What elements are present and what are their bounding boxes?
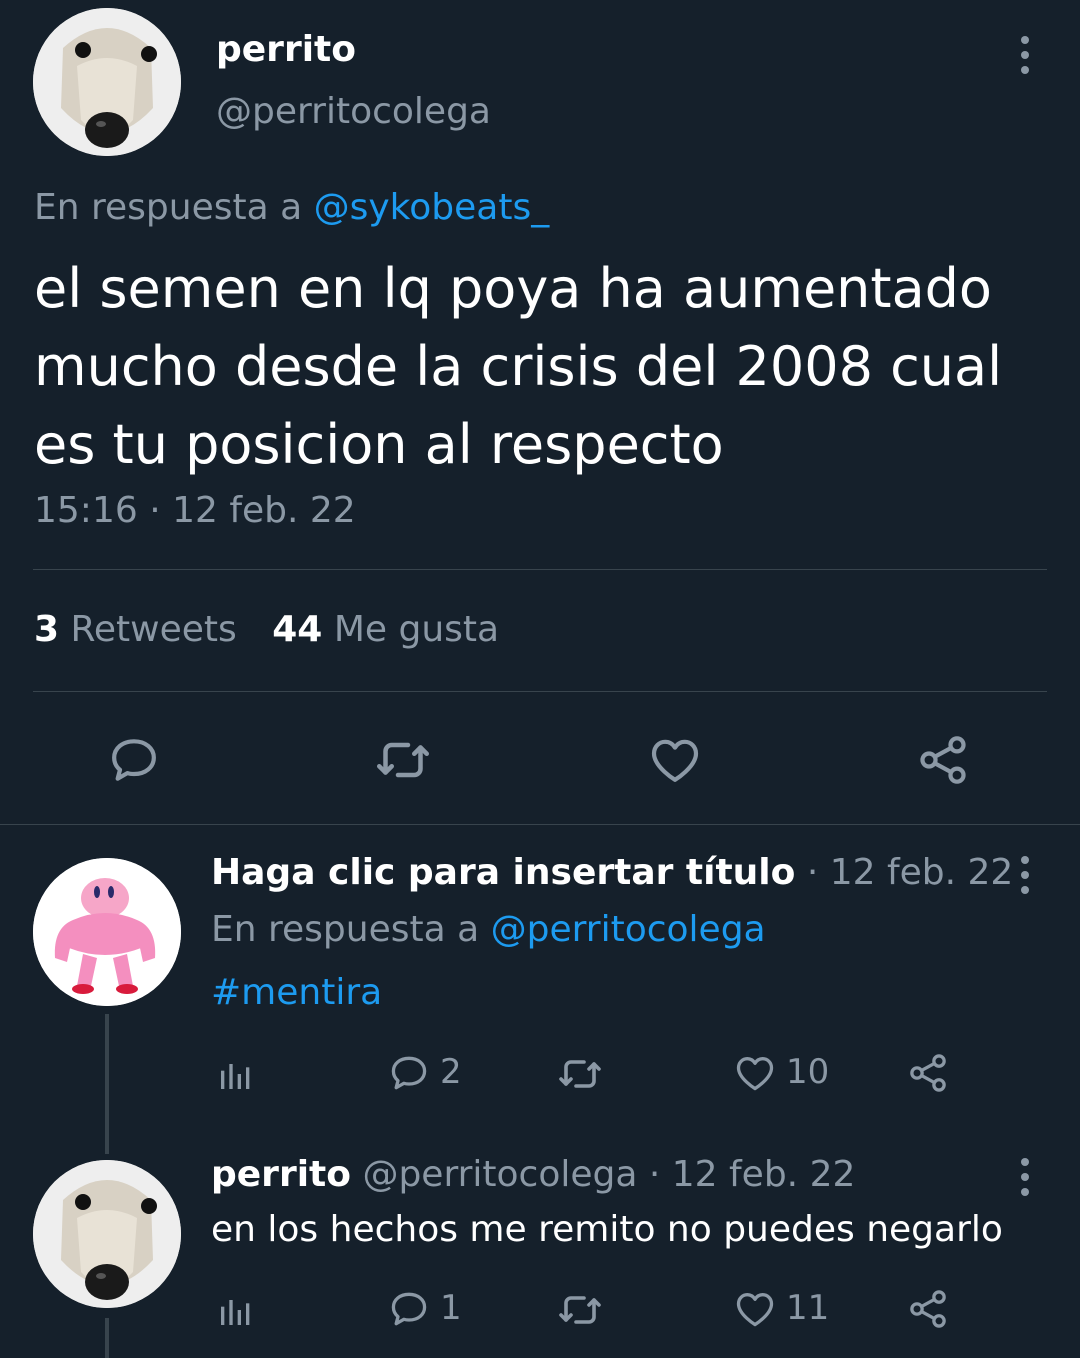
display-name[interactable]: perrito [216, 32, 356, 68]
reply-text: en los hechos me remito no puedes negarl… [211, 1209, 1003, 1250]
tweet-text-line: es tu posicion al respecto [34, 413, 724, 476]
timestamp[interactable]: 15:16 · 12 feb. 22 [34, 493, 356, 529]
divider [0, 824, 1080, 825]
share-icon[interactable] [905, 1050, 951, 1096]
retweets-label: Retweets [70, 609, 237, 650]
reply-to-link[interactable]: @perritocolega [491, 909, 766, 950]
retweets-stat[interactable]: 3 Retweets [34, 609, 248, 650]
tweet-text-line: mucho desde la crisis del 2008 cual [34, 335, 1003, 398]
tweet-text-line: el semen en lq poya ha aumentado [34, 257, 992, 320]
analytics-icon[interactable] [214, 1052, 258, 1096]
reply-header: perrito @perritocolega · 12 feb. 22 [211, 1157, 855, 1193]
reply-prefix: En respuesta a [211, 909, 480, 950]
reply-header: Haga clic para insertar título · 12 feb.… [211, 855, 1013, 891]
reply-context: En respuesta a @perritocolega [211, 912, 766, 948]
handle-date[interactable]: @perritocolega · 12 feb. 22 [362, 1154, 855, 1195]
avatar[interactable] [33, 858, 181, 1006]
retweets-count: 3 [34, 609, 60, 650]
reply-to-link[interactable]: @sykobeats_ [314, 187, 550, 228]
share-icon[interactable] [905, 1286, 951, 1332]
more-options-icon[interactable] [1019, 1158, 1031, 1196]
more-options-icon[interactable] [1019, 36, 1031, 74]
reply-date[interactable]: · 12 feb. 22 [807, 852, 1014, 893]
retweet-icon[interactable] [556, 1286, 604, 1334]
like-icon[interactable] [645, 730, 705, 790]
reply-icon[interactable] [104, 730, 164, 790]
retweet-icon[interactable] [556, 1050, 604, 1098]
handle[interactable]: @perritocolega [216, 94, 491, 130]
reply-icon[interactable] [386, 1286, 432, 1332]
likes-stat[interactable]: 44 Me gusta [272, 609, 499, 650]
likes-count: 44 [272, 609, 323, 650]
tweet-text: el semen en lq poya ha aumentado mucho d… [34, 250, 1002, 484]
reply-count: 1 [440, 1288, 462, 1328]
likes-label: Me gusta [333, 609, 500, 650]
reply-context: En respuesta a @sykobeats_ [34, 190, 549, 226]
retweet-icon[interactable] [373, 730, 433, 790]
divider [33, 569, 1047, 570]
thread-line [105, 1318, 109, 1358]
like-icon[interactable] [732, 1050, 778, 1096]
avatar[interactable] [33, 8, 181, 156]
more-options-icon[interactable] [1019, 856, 1031, 894]
engagement-stats: 3 Retweets 44 Me gusta [34, 612, 499, 648]
reply-count: 2 [440, 1052, 462, 1092]
divider [33, 691, 1047, 692]
like-count: 11 [786, 1288, 830, 1328]
reply-prefix: En respuesta a [34, 187, 303, 228]
display-name[interactable]: perrito [211, 1154, 351, 1195]
avatar[interactable] [33, 1160, 181, 1308]
display-name[interactable]: Haga clic para insertar título [211, 852, 795, 893]
analytics-icon[interactable] [214, 1288, 258, 1332]
like-count: 10 [786, 1052, 830, 1092]
share-icon[interactable] [913, 730, 973, 790]
like-icon[interactable] [732, 1286, 778, 1332]
reply-icon[interactable] [386, 1050, 432, 1096]
thread-line [105, 1014, 109, 1154]
hashtag-link[interactable]: #mentira [211, 975, 382, 1011]
